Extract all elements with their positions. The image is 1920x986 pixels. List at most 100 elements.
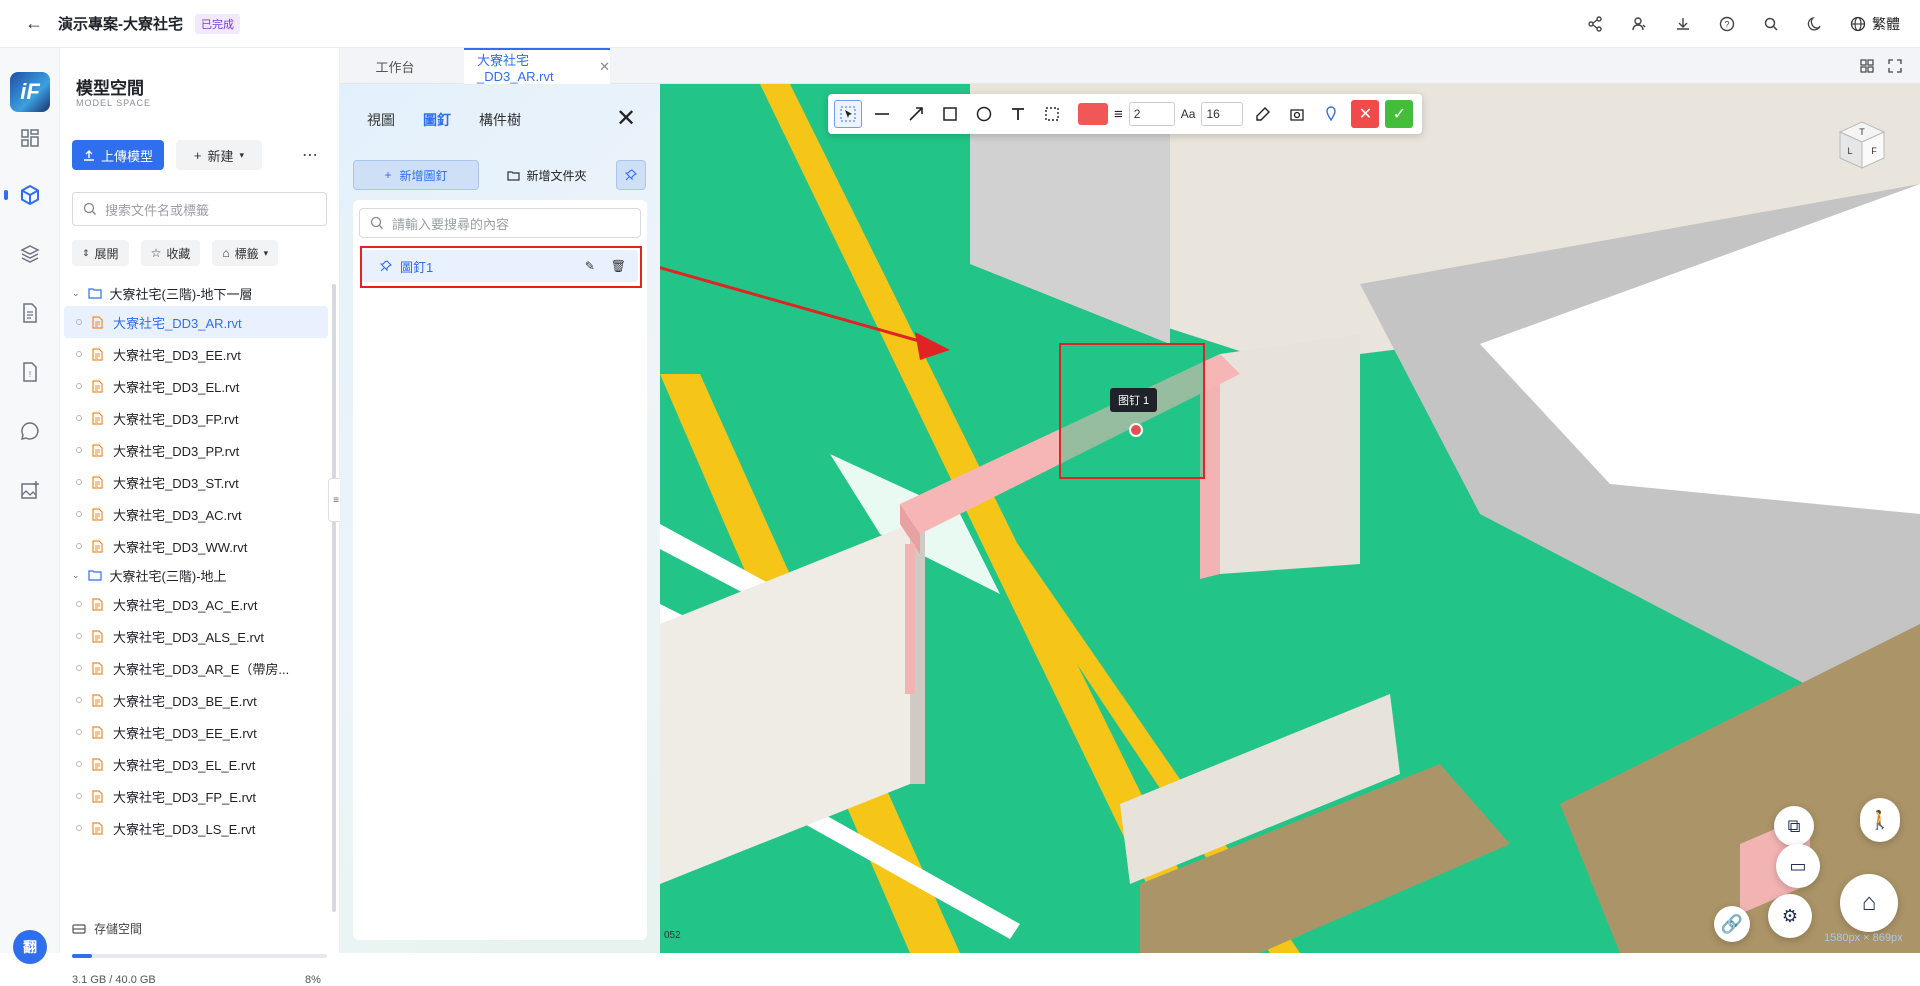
- report-icon[interactable]: !: [18, 360, 42, 384]
- tab-workbench[interactable]: 工作台: [340, 48, 450, 84]
- storage-icon: [72, 923, 86, 934]
- circle-tool[interactable]: [970, 100, 998, 128]
- upload-label: 上傳模型: [100, 148, 153, 164]
- tree-file-item[interactable]: 大寮社宅_DD3_ALS_E.rvt: [64, 620, 328, 652]
- new-pin-button[interactable]: + 新增圖釘: [353, 160, 479, 190]
- tree-scrollbar[interactable]: [332, 284, 336, 912]
- line-width-input[interactable]: 2: [1128, 102, 1175, 126]
- tags-filter[interactable]: ⌂ 標籤 ▾: [212, 240, 279, 266]
- pin-toggle-button[interactable]: [616, 160, 646, 190]
- file-name: 大寮社宅_DD3_EL.rvt: [113, 379, 240, 395]
- document-icon[interactable]: [18, 301, 42, 325]
- tab-model[interactable]: 大寮社宅_DD3_AR.rvt ✕: [464, 48, 610, 84]
- text-tool[interactable]: [1004, 100, 1032, 128]
- tree-file-item[interactable]: 大寮社宅_DD3_EL.rvt: [64, 370, 328, 402]
- tab-pins[interactable]: 圖釘: [423, 110, 451, 130]
- tree-file-item[interactable]: 大寮社宅_DD3_LS_E.rvt: [64, 812, 328, 844]
- tab-strip-icons: [1860, 48, 1902, 84]
- image-add-icon[interactable]: [18, 478, 42, 502]
- model-icon[interactable]: [18, 183, 42, 207]
- tree-file-item[interactable]: 大寮社宅_DD3_AC_E.rvt: [64, 588, 328, 620]
- chevron-down-icon[interactable]: ⌄: [72, 570, 80, 581]
- chat-icon[interactable]: [18, 419, 42, 443]
- tree-file-item[interactable]: 大寮社宅_DD3_EE_E.rvt: [64, 716, 328, 748]
- cube-face-left[interactable]: L: [1847, 146, 1852, 156]
- close-icon[interactable]: ✕: [616, 104, 636, 133]
- eraser-tool[interactable]: [1249, 100, 1277, 128]
- new-button[interactable]: + 新建 ▾: [176, 140, 262, 170]
- moon-icon[interactable]: [1806, 15, 1824, 33]
- help-icon[interactable]: ?: [1718, 15, 1736, 33]
- pin-marker-tool[interactable]: [1317, 100, 1345, 128]
- tree-file-item[interactable]: 大寮社宅_DD3_FP.rvt: [64, 402, 328, 434]
- tree-file-item[interactable]: 大寮社宅_DD3_AR_E（帶房...: [64, 652, 328, 684]
- cube-face-top[interactable]: T: [1859, 127, 1865, 137]
- chevron-down-icon: ▾: [263, 247, 269, 258]
- back-arrow-icon[interactable]: ←: [22, 12, 46, 36]
- font-size-input[interactable]: 16: [1201, 102, 1244, 126]
- folder-name: 大寮社宅(三階)-地上: [109, 568, 227, 584]
- tab-component-tree[interactable]: 構件樹: [479, 110, 521, 130]
- measure-button[interactable]: ▭: [1776, 844, 1820, 888]
- section-view-button[interactable]: ⧉: [1774, 806, 1814, 846]
- marquee-tool[interactable]: [1038, 100, 1066, 128]
- tree-file-item[interactable]: 大寮社宅_DD3_BE_E.rvt: [64, 684, 328, 716]
- tree-file-item[interactable]: 大寮社宅_DD3_AR.rvt: [64, 306, 328, 338]
- tree-file-item[interactable]: 大寮社宅_DD3_ST.rvt: [64, 466, 328, 498]
- file-search-input[interactable]: 搜索文件名或標籤: [72, 192, 327, 226]
- confirm-button[interactable]: ✓: [1385, 100, 1414, 128]
- dashboard-icon[interactable]: [18, 126, 42, 150]
- users-icon[interactable]: [1630, 15, 1648, 33]
- tree-file-item[interactable]: 大寮社宅_DD3_AC.rvt: [64, 498, 328, 530]
- link-button[interactable]: 🔗: [1714, 906, 1750, 942]
- more-icon[interactable]: ⋯: [298, 140, 322, 170]
- cancel-button[interactable]: ✕: [1351, 100, 1380, 128]
- favorites-filter[interactable]: ☆ 收藏: [140, 240, 201, 266]
- model-viewport[interactable]: [660, 84, 1920, 953]
- pin-search-input[interactable]: 請輸入要搜尋的內容: [359, 208, 641, 238]
- select-tool[interactable]: [834, 100, 862, 128]
- color-swatch[interactable]: [1078, 103, 1108, 125]
- search-icon[interactable]: [1762, 15, 1780, 33]
- new-folder-button[interactable]: 新增文件夾: [492, 160, 602, 190]
- favorites-label: 收藏: [166, 246, 191, 261]
- close-icon[interactable]: ✕: [599, 59, 610, 75]
- rectangle-tool[interactable]: [936, 100, 964, 128]
- file-name: 大寮社宅_DD3_LS_E.rvt: [113, 821, 256, 837]
- line-width-icon: ≡: [1114, 105, 1123, 123]
- home-view-button[interactable]: ⌂: [1840, 874, 1898, 932]
- tree-file-item[interactable]: 大寮社宅_DD3_PP.rvt: [64, 434, 328, 466]
- tab-view[interactable]: 視圖: [367, 110, 395, 130]
- split-view-icon[interactable]: [1860, 59, 1874, 73]
- upload-model-button[interactable]: 上傳模型: [72, 140, 164, 170]
- tree-file-item[interactable]: 大寮社宅_DD3_FP_E.rvt: [64, 780, 328, 812]
- cube-face-front[interactable]: F: [1871, 146, 1877, 156]
- walk-mode-button[interactable]: 🚶: [1860, 798, 1900, 842]
- screenshot-tool[interactable]: [1283, 100, 1311, 128]
- chevron-down-icon[interactable]: ⌄: [72, 288, 80, 299]
- avatar[interactable]: 翻: [13, 930, 47, 964]
- fullscreen-icon[interactable]: [1888, 59, 1902, 73]
- storage-label-text: 存儲空間: [94, 922, 143, 936]
- layers-icon[interactable]: [18, 242, 42, 266]
- tree-file-item[interactable]: 大寮社宅_DD3_WW.rvt: [64, 530, 328, 562]
- share-icon[interactable]: [1586, 15, 1604, 33]
- file-icon: [92, 661, 103, 675]
- tree-folder[interactable]: ⌄ 大寮社宅(三階)-地上: [60, 562, 332, 588]
- tree-folder[interactable]: ⌄ 大寮社宅(三階)-地下一層: [60, 280, 332, 306]
- language-label: 繁體: [1872, 16, 1900, 32]
- check-icon: ✓: [1392, 106, 1407, 123]
- view-cube[interactable]: T L F: [1834, 118, 1890, 174]
- tree-file-item[interactable]: 大寮社宅_DD3_EL_E.rvt: [64, 748, 328, 780]
- expand-filter[interactable]: ⇕ 展開: [72, 240, 129, 266]
- language-switch[interactable]: 繁體: [1850, 14, 1900, 34]
- file-icon: [92, 757, 103, 771]
- download-icon[interactable]: [1674, 15, 1692, 33]
- file-icon: [92, 315, 103, 329]
- tree-file-item[interactable]: 大寮社宅_DD3_EE.rvt: [64, 338, 328, 370]
- status-dot: [76, 761, 82, 767]
- settings-button[interactable]: ⚙: [1768, 894, 1812, 938]
- arrow-tool[interactable]: [902, 100, 930, 128]
- font-size-icon: Aa: [1180, 107, 1196, 121]
- line-tool[interactable]: [868, 100, 896, 128]
